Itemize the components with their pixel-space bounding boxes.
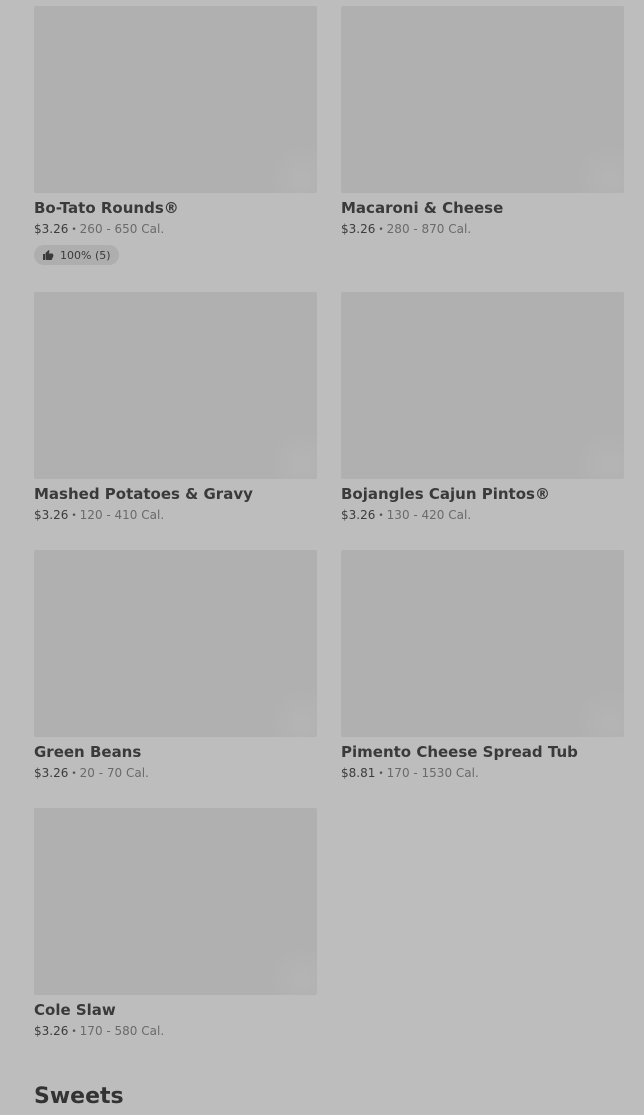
menu-item-card[interactable]: Bojangles Cajun Pintos® $3.26 • 130 - 420 … bbox=[341, 292, 624, 550]
separator-dot: • bbox=[71, 1027, 77, 1037]
menu-item-name: Mashed Potatoes & Gravy bbox=[34, 485, 253, 503]
menu-item-image[interactable] bbox=[34, 808, 317, 995]
menu-item-meta: $3.26 • 20 - 70 Cal. bbox=[34, 766, 317, 783]
menu-item-calories: 280 - 870 Cal. bbox=[386, 222, 472, 236]
menu-item-card[interactable]: Bo-Tato Rounds® $3.26 • 260 - 650 Cal. 100… bbox=[34, 6, 317, 292]
menu-item-price: $3.26 bbox=[34, 222, 69, 236]
menu-item-image[interactable] bbox=[34, 6, 317, 193]
menu-item-image[interactable] bbox=[34, 550, 317, 737]
menu-item-card[interactable]: Pimento Cheese Spread Tub $8.81 • 170 - 15… bbox=[341, 550, 624, 808]
menu-item-image[interactable] bbox=[34, 292, 317, 479]
menu-item-price: $3.26 bbox=[34, 1024, 69, 1038]
menu-item-calories: 260 - 650 Cal. bbox=[79, 222, 165, 236]
menu-item-name: Bo-Tato Rounds® bbox=[34, 199, 179, 217]
menu-section: Bo-Tato Rounds® $3.26 • 260 - 650 Cal. 100… bbox=[34, 0, 624, 1066]
menu-item-card[interactable]: Cole Slaw $3.26 • 170 - 580 Cal. bbox=[34, 808, 317, 1066]
menu-item-image[interactable] bbox=[341, 292, 624, 479]
menu-item-calories: 20 - 70 Cal. bbox=[79, 766, 149, 780]
menu-item-meta: $3.26 • 120 - 410 Cal. bbox=[34, 508, 317, 525]
menu-item-calories: 170 - 1530 Cal. bbox=[386, 766, 479, 780]
menu-item-card[interactable]: Mashed Potatoes & Gravy $3.26 • 120 - 410 … bbox=[34, 292, 317, 550]
menu-item-meta: $3.26 • 130 - 420 Cal. bbox=[341, 508, 624, 525]
menu-item-price: $3.26 bbox=[341, 508, 376, 522]
menu-item-card[interactable]: Macaroni & Cheese $3.26 • 280 - 870 Cal. bbox=[341, 6, 624, 292]
rating-text: 100% (5) bbox=[60, 248, 111, 262]
menu-item-calories: 130 - 420 Cal. bbox=[386, 508, 472, 522]
menu-item-price: $3.26 bbox=[34, 766, 69, 780]
menu-item-name: Pimento Cheese Spread Tub bbox=[341, 743, 578, 761]
menu-item-image[interactable] bbox=[341, 6, 624, 193]
menu-item-calories: 170 - 580 Cal. bbox=[79, 1024, 165, 1038]
menu-item-card[interactable]: Green Beans $3.26 • 20 - 70 Cal. bbox=[34, 550, 317, 808]
menu-item-price: $8.81 bbox=[341, 766, 376, 780]
separator-dot: • bbox=[71, 225, 77, 235]
menu-item-calories: 120 - 410 Cal. bbox=[79, 508, 165, 522]
separator-dot: • bbox=[378, 769, 384, 779]
separator-dot: • bbox=[71, 511, 77, 521]
rating-badge: 100% (5) bbox=[34, 245, 119, 265]
menu-item-image[interactable] bbox=[341, 550, 624, 737]
separator-dot: • bbox=[378, 511, 384, 521]
menu-item-meta: $3.26 • 280 - 870 Cal. bbox=[341, 222, 624, 239]
separator-dot: • bbox=[378, 225, 384, 235]
menu-item-name: Cole Slaw bbox=[34, 1001, 116, 1019]
menu-item-name: Green Beans bbox=[34, 743, 142, 761]
menu-item-name: Macaroni & Cheese bbox=[341, 199, 504, 217]
menu-item-name: Bojangles Cajun Pintos® bbox=[341, 485, 550, 503]
menu-item-meta: $3.26 • 170 - 580 Cal. bbox=[34, 1024, 317, 1041]
separator-dot: • bbox=[71, 769, 77, 779]
menu-item-price: $3.26 bbox=[341, 222, 376, 236]
menu-item-price: $3.26 bbox=[34, 508, 69, 522]
menu-item-meta: $8.81 • 170 - 1530 Cal. bbox=[341, 766, 624, 783]
section-title-sweets: Sweets bbox=[34, 1084, 124, 1109]
menu-item-meta: $3.26 • 260 - 650 Cal. bbox=[34, 222, 317, 239]
thumbs-up-icon bbox=[43, 250, 54, 260]
